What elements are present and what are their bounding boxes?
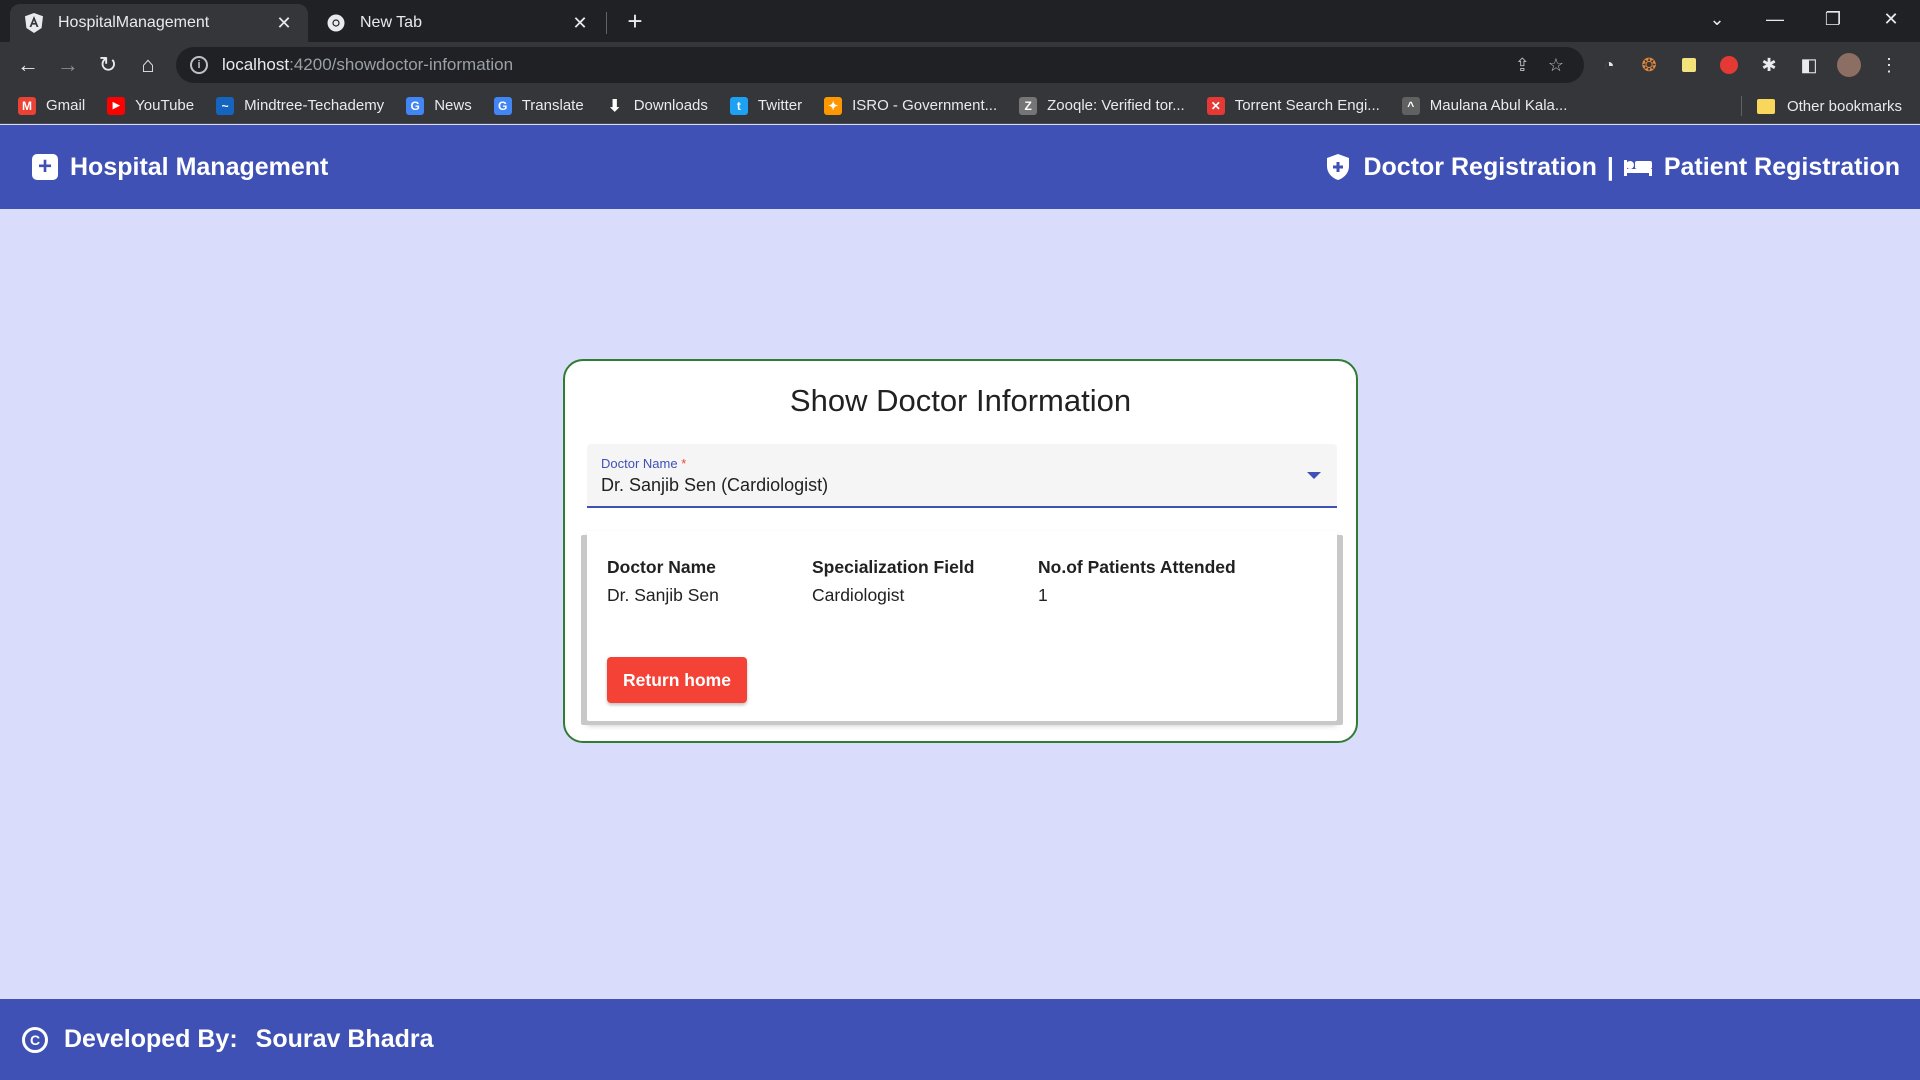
site-info-icon[interactable]: i bbox=[190, 56, 208, 74]
home-icon[interactable]: ⌂ bbox=[132, 49, 164, 81]
close-tab-icon[interactable]: ✕ bbox=[274, 13, 294, 34]
back-arrow-icon[interactable]: ← bbox=[12, 49, 44, 81]
header-nav: Doctor Registration | Patient Registrati… bbox=[1327, 125, 1900, 209]
header-patients-attended: No.of Patients Attended bbox=[1038, 557, 1236, 577]
bookmark-zooqle[interactable]: Z Zooqle: Verified tor... bbox=[1019, 96, 1185, 115]
extensions-area: ◔ ❂ ✱ ◧ ⋮ bbox=[1596, 49, 1902, 81]
bookmark-youtube[interactable]: ▶ YouTube bbox=[107, 96, 194, 115]
youtube-icon: ▶ bbox=[107, 96, 126, 115]
download-icon: ⬇ bbox=[607, 97, 622, 115]
browser-toolbar: ← → ↻ ⌂ i localhost:4200/showdoctor-info… bbox=[0, 42, 1920, 88]
developed-by-label: Developed By: bbox=[64, 1025, 238, 1053]
app-title: Hospital Management bbox=[70, 152, 329, 181]
twitter-icon: t bbox=[729, 96, 748, 115]
shield-icon bbox=[1327, 154, 1350, 180]
bookmark-isro[interactable]: ✦ ISRO - Government... bbox=[824, 96, 997, 115]
page-title: Show Doctor Information bbox=[789, 383, 1132, 418]
header-specialization: Specialization Field bbox=[812, 557, 975, 577]
mindtree-icon: ~ bbox=[216, 96, 235, 115]
bookmark-gmail[interactable]: M Gmail bbox=[18, 96, 85, 115]
tab-title: New Tab bbox=[360, 14, 422, 31]
show-doctor-card: Show Doctor Information Doctor Name * Dr… bbox=[563, 359, 1358, 743]
angular-icon bbox=[24, 13, 44, 33]
isro-icon: ✦ bbox=[824, 96, 843, 115]
reload-icon[interactable]: ↻ bbox=[92, 49, 124, 81]
hospital-plus-icon: + bbox=[32, 154, 58, 180]
bookmark-translate[interactable]: G Translate bbox=[493, 96, 584, 115]
close-window-button[interactable]: ✕ bbox=[1862, 0, 1920, 38]
minimize-button[interactable]: — bbox=[1746, 0, 1804, 38]
new-tab-button[interactable]: + bbox=[620, 6, 650, 36]
nav-separator: | bbox=[1606, 152, 1614, 181]
restore-button[interactable]: ❐ bbox=[1804, 0, 1862, 38]
app-header: + Hospital Management Doctor Registratio… bbox=[0, 125, 1920, 209]
bookmark-downloads[interactable]: ⬇ Downloads bbox=[606, 97, 708, 115]
google-translate-icon: G bbox=[493, 96, 512, 115]
tab-title: HospitalManagement bbox=[58, 14, 210, 31]
tab-search-icon[interactable]: ⌄ bbox=[1688, 0, 1746, 38]
zooqle-icon: Z bbox=[1019, 96, 1038, 115]
developer-name: Sourav Bhadra bbox=[255, 1025, 434, 1053]
bookmark-torrent-search[interactable]: ✕ Torrent Search Engi... bbox=[1206, 96, 1380, 115]
bookmark-news[interactable]: G News bbox=[406, 96, 472, 115]
value-patients-attended: 1 bbox=[1038, 585, 1048, 605]
url-host: localhost bbox=[222, 55, 290, 74]
value-doctor-name: Dr. Sanjib Sen bbox=[607, 585, 719, 605]
chrome-icon bbox=[326, 13, 346, 33]
app-footer: C Developed By: Sourav Bhadra bbox=[0, 999, 1920, 1080]
window-controls: ⌄ — ❐ ✕ bbox=[1688, 0, 1920, 42]
address-bar[interactable]: i localhost:4200/showdoctor-information … bbox=[176, 47, 1584, 83]
graduation-cap-icon: ^ bbox=[1401, 96, 1420, 115]
tab-hospital-management[interactable]: HospitalManagement ✕ bbox=[10, 4, 308, 42]
bookmark-twitter[interactable]: t Twitter bbox=[729, 96, 802, 115]
doctor-name-select[interactable]: Doctor Name * Dr. Sanjib Sen (Cardiologi… bbox=[587, 444, 1337, 508]
browser-tabstrip: HospitalManagement ✕ New Tab ✕ + ⌄ — ❐ ✕ bbox=[0, 0, 1920, 42]
doctor-name-select-label: Doctor Name * bbox=[601, 456, 687, 471]
tab-new-tab[interactable]: New Tab ✕ bbox=[312, 4, 604, 42]
side-panel-icon[interactable]: ◧ bbox=[1796, 52, 1822, 78]
extension-icon[interactable]: ◔ bbox=[1596, 52, 1622, 78]
bookmark-maulana[interactable]: ^ Maulana Abul Kala... bbox=[1401, 96, 1567, 115]
share-icon[interactable]: ⇪ bbox=[1515, 55, 1530, 76]
url-path: :4200/showdoctor-information bbox=[289, 55, 514, 74]
other-bookmarks[interactable]: Other bookmarks bbox=[1756, 88, 1902, 124]
notes-extension-icon[interactable] bbox=[1676, 52, 1702, 78]
patient-registration-label: Patient Registration bbox=[1663, 152, 1900, 181]
bed-icon bbox=[1623, 160, 1652, 176]
bookmarks-bar: M Gmail ▶ YouTube ~ Mindtree-Techademy G New… bbox=[0, 88, 1920, 124]
gmail-icon: M bbox=[18, 96, 36, 115]
required-mark: * bbox=[681, 456, 687, 471]
bookmark-star-icon[interactable]: ☆ bbox=[1548, 55, 1564, 76]
dropdown-arrow-icon[interactable] bbox=[1307, 472, 1321, 479]
cookie-extension-icon[interactable]: ❂ bbox=[1636, 52, 1662, 78]
menu-kebab-icon[interactable]: ⋮ bbox=[1876, 52, 1902, 78]
stop-extension-icon[interactable] bbox=[1716, 52, 1742, 78]
doctor-registration-link[interactable]: Doctor Registration bbox=[1327, 152, 1597, 182]
avatar[interactable] bbox=[1836, 52, 1862, 78]
folder-icon bbox=[1756, 98, 1775, 114]
puzzle-icon[interactable]: ✱ bbox=[1756, 52, 1782, 78]
brand[interactable]: + Hospital Management bbox=[32, 125, 328, 209]
bookmark-mindtree[interactable]: ~ Mindtree-Techademy bbox=[216, 96, 384, 115]
doctor-name-select-value: Dr. Sanjib Sen (Cardiologist) bbox=[601, 475, 829, 495]
header-doctor-name: Doctor Name bbox=[607, 557, 716, 577]
doctor-info-panel: Doctor Name Specialization Field No.of P… bbox=[587, 531, 1337, 721]
forward-arrow-icon[interactable]: → bbox=[52, 49, 84, 81]
tab-divider bbox=[606, 12, 607, 34]
torrent-icon: ✕ bbox=[1206, 96, 1225, 115]
close-tab-icon[interactable]: ✕ bbox=[570, 13, 590, 34]
return-home-button[interactable]: Return home bbox=[607, 657, 747, 703]
copyright-icon: C bbox=[22, 1026, 48, 1053]
value-specialization: Cardiologist bbox=[812, 585, 905, 605]
bookmarks-divider bbox=[1741, 96, 1742, 116]
doctor-registration-label: Doctor Registration bbox=[1363, 152, 1597, 181]
google-news-icon: G bbox=[406, 96, 425, 115]
patient-registration-link[interactable]: Patient Registration bbox=[1623, 152, 1900, 182]
